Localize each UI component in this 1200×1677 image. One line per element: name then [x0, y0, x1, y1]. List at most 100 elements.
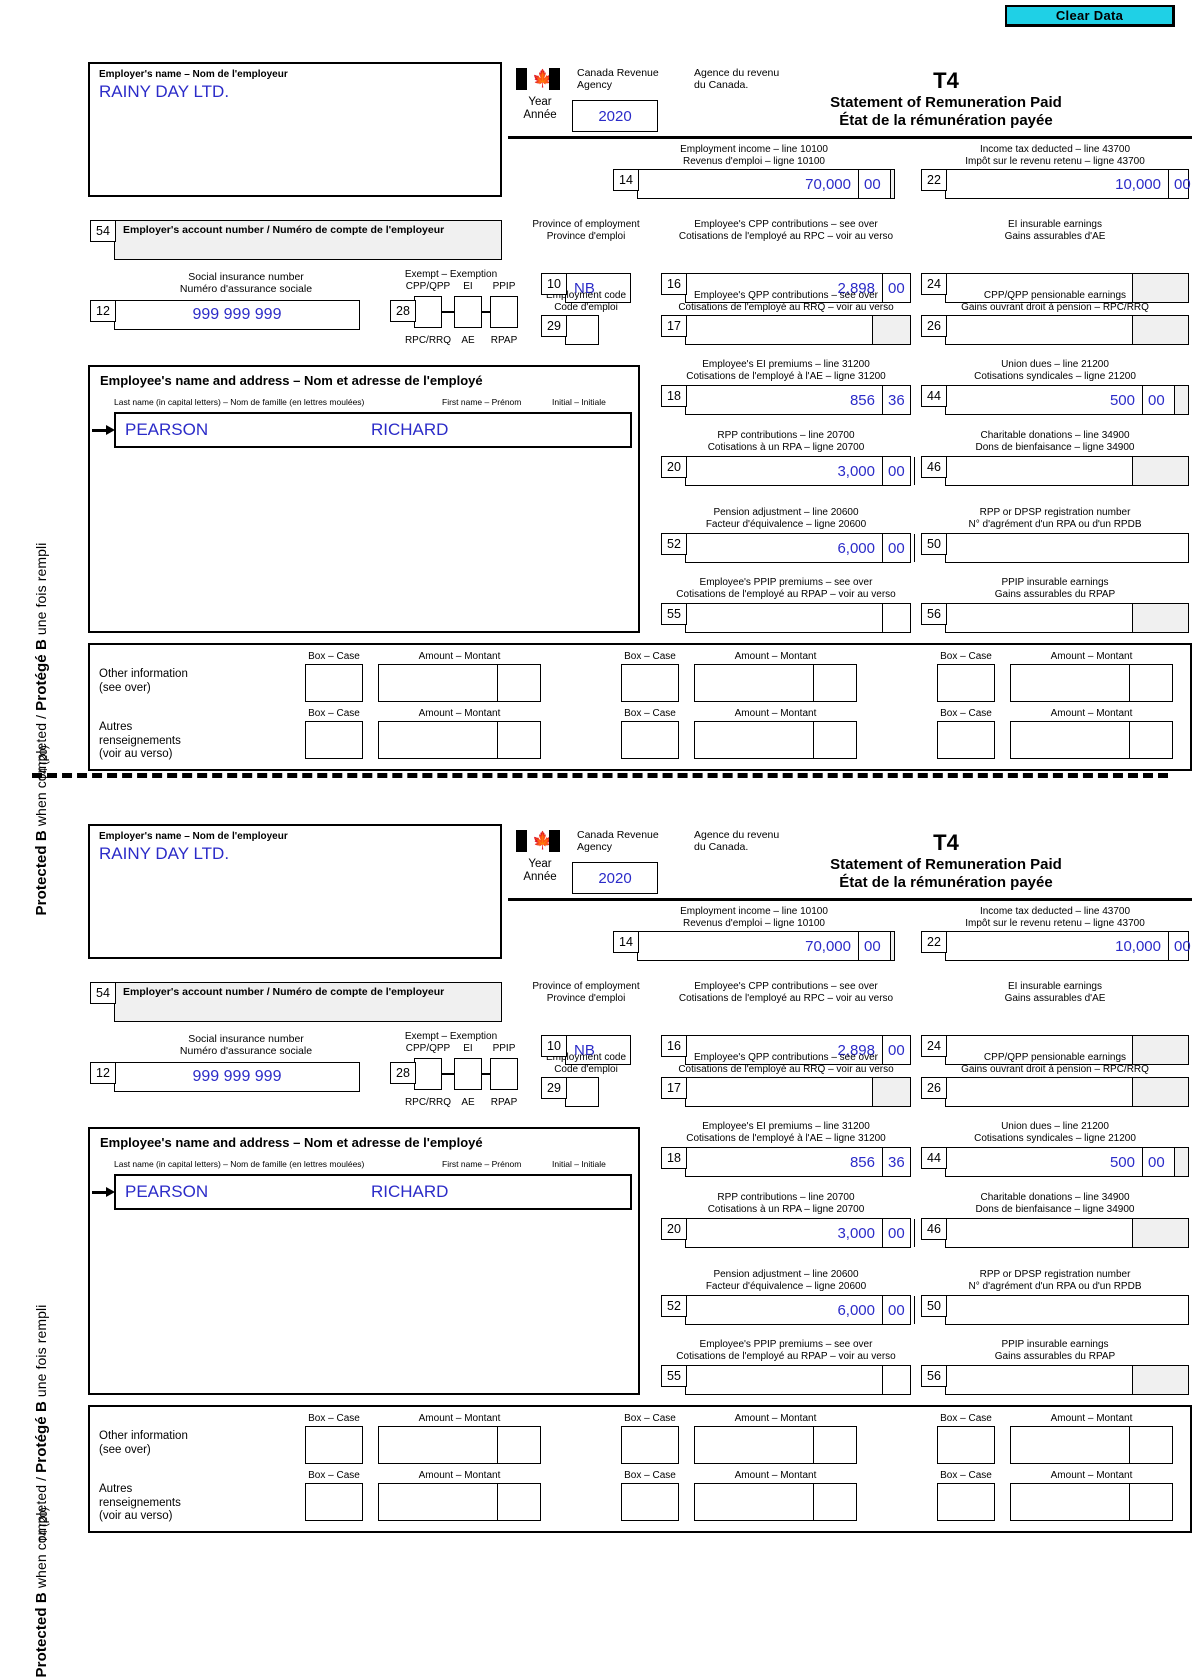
clear-data-button[interactable]: Clear Data: [1005, 5, 1175, 27]
exempt-ppip-checkbox[interactable]: [490, 1058, 518, 1090]
other-info-box-input[interactable]: [305, 664, 363, 702]
ei-premiums-cents[interactable]: 36: [882, 386, 912, 414]
union-dues-input[interactable]: 500 00: [945, 1147, 1189, 1177]
pension-adjustment-cents[interactable]: 00: [882, 534, 914, 562]
ppip-premiums-input[interactable]: [685, 603, 911, 633]
other-info-amount-input[interactable]: [378, 721, 541, 759]
qpp-contributions-input[interactable]: [685, 315, 911, 345]
ppip-premiums-cents[interactable]: [882, 604, 912, 632]
employee-name-row[interactable]: PEARSON RICHARD: [114, 412, 632, 448]
other-info-amount-input[interactable]: [1010, 1483, 1173, 1521]
other-info-amount-input[interactable]: [378, 1483, 541, 1521]
income-tax-deducted-dollars[interactable]: 10,000: [946, 170, 1166, 198]
other-info-box-input[interactable]: [305, 721, 363, 759]
other-info-box-input[interactable]: [621, 721, 679, 759]
union-dues-dollars[interactable]: 500: [946, 386, 1140, 414]
ppip-premiums-dollars[interactable]: [686, 604, 880, 632]
other-info-amount-input[interactable]: [1010, 664, 1173, 702]
cpp-qpp-pensionable-earnings-input[interactable]: [945, 315, 1189, 345]
ppip-premiums-input[interactable]: [685, 1365, 911, 1395]
cpp-qpp-pensionable-earnings-dollars[interactable]: [946, 316, 1130, 344]
ppip-insurable-earnings-input[interactable]: [945, 1365, 1189, 1395]
employee-name-address-box[interactable]: Employee's name and address – Nom et adr…: [88, 365, 640, 633]
employment-income-dollars[interactable]: 70,000: [638, 170, 856, 198]
other-info-box-input[interactable]: [305, 1426, 363, 1464]
income-tax-deducted-cents[interactable]: 00: [1168, 932, 1191, 960]
union-dues-input[interactable]: 500 00: [945, 385, 1189, 415]
sin-input[interactable]: 999 999 999: [114, 300, 360, 330]
other-info-amount-input[interactable]: [1010, 1426, 1173, 1464]
pension-adjustment-input[interactable]: 6,000 00: [685, 1295, 915, 1325]
employee-name-address-box[interactable]: Employee's name and address – Nom et adr…: [88, 1127, 640, 1395]
employee-name-row[interactable]: PEARSON RICHARD: [114, 1174, 632, 1210]
income-tax-deducted-dollars[interactable]: 10,000: [946, 932, 1166, 960]
union-dues-cents[interactable]: 00: [1142, 386, 1174, 414]
exempt-cpp-qpp-checkbox[interactable]: [414, 296, 442, 328]
year-input[interactable]: 2020: [572, 100, 658, 132]
other-info-box-input[interactable]: [621, 664, 679, 702]
other-info-amount-input[interactable]: [694, 1426, 857, 1464]
rpp-contributions-dollars[interactable]: 3,000: [686, 457, 880, 485]
other-info-box-input[interactable]: [937, 664, 995, 702]
ei-premiums-input[interactable]: 856 36: [685, 1147, 911, 1177]
rpp-dpsp-registration-number-input[interactable]: [945, 533, 1189, 563]
rpp-contributions-cents[interactable]: 00: [882, 1219, 914, 1247]
employment-income-dollars[interactable]: 70,000: [638, 932, 856, 960]
charitable-donations-dollars[interactable]: [946, 1219, 1130, 1247]
employment-code-input[interactable]: [565, 1077, 599, 1107]
ppip-premiums-dollars[interactable]: [686, 1366, 880, 1394]
employer-name-box[interactable]: Employer's name – Nom de l'employeur RAIN…: [88, 62, 502, 197]
employment-code-input[interactable]: [565, 315, 599, 345]
sin-input[interactable]: 999 999 999: [114, 1062, 360, 1092]
employer-account-input[interactable]: Employer's account number / Numéro de co…: [114, 220, 502, 260]
rpp-contributions-dollars[interactable]: 3,000: [686, 1219, 880, 1247]
other-info-box-input[interactable]: [305, 1483, 363, 1521]
charitable-donations-dollars[interactable]: [946, 457, 1130, 485]
exempt-ei-checkbox[interactable]: [454, 296, 482, 328]
income-tax-deducted-input[interactable]: 10,000 00: [945, 931, 1191, 961]
other-info-box-input[interactable]: [621, 1426, 679, 1464]
other-info-amount-input[interactable]: [694, 1483, 857, 1521]
pension-adjustment-cents[interactable]: 00: [882, 1296, 914, 1324]
qpp-contributions-dollars[interactable]: [686, 1078, 870, 1106]
employer-account-input[interactable]: Employer's account number / Numéro de co…: [114, 982, 502, 1022]
cpp-qpp-pensionable-earnings-dollars[interactable]: [946, 1078, 1130, 1106]
other-info-amount-input[interactable]: [378, 1426, 541, 1464]
ei-premiums-cents[interactable]: 36: [882, 1148, 912, 1176]
employment-income-input[interactable]: 70,000 00: [637, 931, 895, 961]
ei-premiums-dollars[interactable]: 856: [686, 386, 880, 414]
pension-adjustment-dollars[interactable]: 6,000: [686, 534, 880, 562]
cpp-qpp-pensionable-earnings-input[interactable]: [945, 1077, 1189, 1107]
other-info-amount-input[interactable]: [378, 664, 541, 702]
ppip-insurable-earnings-input[interactable]: [945, 603, 1189, 633]
employer-name-box[interactable]: Employer's name – Nom de l'employeur RAIN…: [88, 824, 502, 959]
employment-income-cents[interactable]: 00: [858, 932, 890, 960]
ei-premiums-input[interactable]: 856 36: [685, 385, 911, 415]
charitable-donations-input[interactable]: [945, 456, 1189, 486]
other-info-amount-input[interactable]: [694, 664, 857, 702]
ppip-premiums-cents[interactable]: [882, 1366, 912, 1394]
rpp-contributions-cents[interactable]: 00: [882, 457, 914, 485]
rpp-dpsp-registration-number-input[interactable]: [945, 1295, 1189, 1325]
union-dues-dollars[interactable]: 500: [946, 1148, 1140, 1176]
other-info-box-input[interactable]: [937, 1483, 995, 1521]
income-tax-deducted-input[interactable]: 10,000 00: [945, 169, 1191, 199]
charitable-donations-input[interactable]: [945, 1218, 1189, 1248]
other-info-box-input[interactable]: [621, 1483, 679, 1521]
rpp-contributions-input[interactable]: 3,000 00: [685, 456, 915, 486]
qpp-contributions-input[interactable]: [685, 1077, 911, 1107]
income-tax-deducted-cents[interactable]: 00: [1168, 170, 1191, 198]
other-info-box-input[interactable]: [937, 721, 995, 759]
ei-premiums-dollars[interactable]: 856: [686, 1148, 880, 1176]
pension-adjustment-input[interactable]: 6,000 00: [685, 533, 915, 563]
exempt-ppip-checkbox[interactable]: [490, 296, 518, 328]
employment-income-input[interactable]: 70,000 00: [637, 169, 895, 199]
rpp-contributions-input[interactable]: 3,000 00: [685, 1218, 915, 1248]
qpp-contributions-dollars[interactable]: [686, 316, 870, 344]
union-dues-cents[interactable]: 00: [1142, 1148, 1174, 1176]
exempt-cpp-qpp-checkbox[interactable]: [414, 1058, 442, 1090]
ppip-insurable-earnings-dollars[interactable]: [946, 604, 1130, 632]
ppip-insurable-earnings-dollars[interactable]: [946, 1366, 1130, 1394]
other-info-box-input[interactable]: [937, 1426, 995, 1464]
year-input[interactable]: 2020: [572, 862, 658, 894]
